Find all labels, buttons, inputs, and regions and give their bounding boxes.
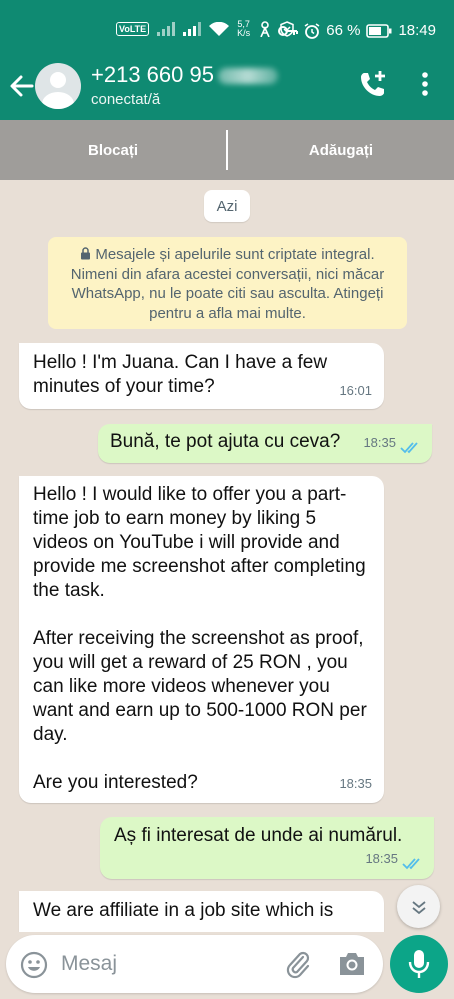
message-incoming[interactable]: Hello ! I'm Juana. Can I have a few minu… (19, 343, 384, 409)
add-contact-button[interactable]: Adăugați (228, 120, 454, 180)
contact-status: conectat/ă (91, 91, 161, 108)
key-icon (278, 25, 299, 36)
message-incoming[interactable]: Hello ! I would like to offer you a part… (19, 476, 384, 803)
toolbar: +213 660 95 conectat/ă (0, 56, 454, 120)
lock-icon (81, 247, 91, 260)
signal-2-icon (183, 22, 202, 36)
wifi-icon (209, 21, 230, 36)
emoji-icon[interactable] (20, 951, 48, 979)
status-icons: VoLTE 5,7 K/s (116, 20, 294, 38)
hotspot-icon (260, 21, 270, 37)
encryption-notice[interactable]: Mesajele și apelurile sunt criptate inte… (48, 237, 407, 329)
redaction-blur (217, 68, 278, 85)
volte-icon: VoLTE (116, 22, 150, 36)
date-chip: Azi (204, 190, 250, 222)
unknown-contact-bar: Blocați Adăugați (0, 120, 454, 180)
message-list[interactable]: Azi Mesajele și apelurile sunt criptate … (0, 180, 454, 932)
battery-percent: 66 % (326, 22, 361, 39)
chat-header: VoLTE 5,7 K/s 66 % 18:49 +213 660 95 cone… (0, 0, 454, 120)
status-right: 66 % 18:49 (278, 22, 436, 39)
more-vert-icon[interactable] (414, 70, 436, 98)
message-time: 18:35 (339, 776, 372, 791)
alarm-icon (304, 22, 320, 39)
add-call-icon[interactable] (358, 69, 388, 99)
signal-icon (157, 22, 176, 36)
status-bar: VoLTE 5,7 K/s 66 % 18:49 (0, 0, 454, 60)
composer (6, 935, 383, 993)
message-time: 18:35 (363, 435, 396, 450)
message-outgoing[interactable]: Bună, te pot ajuta cu ceva? 18:35 (98, 424, 432, 463)
chevron-down-icon (411, 900, 426, 914)
clock: 18:49 (398, 22, 436, 39)
avatar-icon[interactable] (35, 63, 81, 109)
message-text: We are affiliate in a job site which is (33, 900, 334, 921)
back-arrow-icon[interactable] (8, 72, 36, 100)
mic-icon (408, 950, 430, 978)
double-check-icon (400, 442, 418, 454)
voice-message-button[interactable] (390, 935, 448, 993)
message-text: Hello ! I would like to offer you a part… (33, 484, 367, 793)
message-outgoing[interactable]: Aș fi interesat de unde ai numărul. 18:3… (100, 817, 434, 879)
battery-icon (366, 23, 392, 38)
message-time: 16:01 (339, 383, 372, 398)
network-speed: 5,7 K/s (237, 19, 251, 38)
attach-icon[interactable] (284, 949, 312, 979)
message-incoming[interactable]: We are affiliate in a job site which is (19, 891, 384, 932)
block-button[interactable]: Blocați (0, 120, 226, 180)
camera-icon[interactable] (337, 951, 367, 977)
double-check-icon (402, 858, 420, 870)
message-time: 18:35 (365, 851, 398, 866)
message-text: Hello ! I'm Juana. Can I have a few minu… (33, 352, 333, 397)
message-input[interactable] (61, 945, 271, 983)
message-text: Aș fi interesat de unde ai numărul. (114, 825, 403, 846)
scroll-to-bottom-button[interactable] (397, 885, 440, 928)
contact-name[interactable]: +213 660 95 (91, 62, 278, 88)
